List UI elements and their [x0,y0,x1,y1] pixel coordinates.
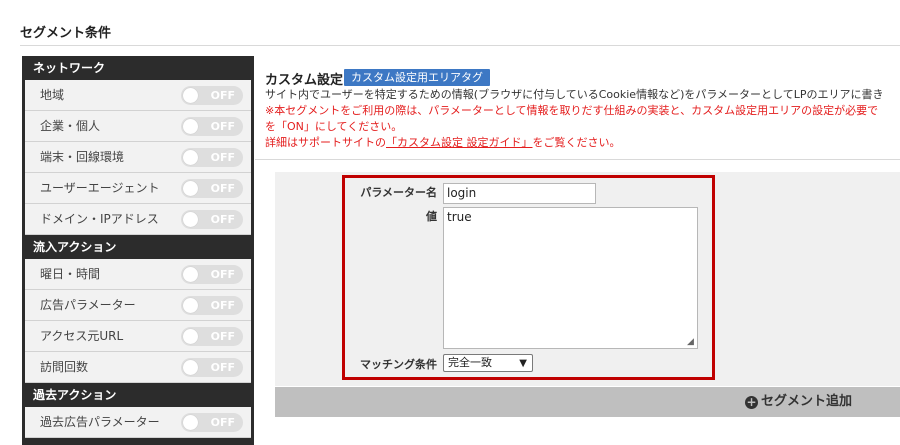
add-segment-bar[interactable]: + セグメント追加 [275,387,900,417]
add-segment-label: セグメント追加 [761,394,853,409]
toggle-knob [183,119,198,134]
toggle-state: OFF [210,299,235,312]
sidebar-item-company[interactable]: 企業・個人 OFF [25,111,251,142]
sidebar-item-label: ユーザーエージェント [40,181,160,195]
plus-circle-icon: + [745,395,758,409]
custom-description: サイト内でユーザーを特定するための情報(ブラウザに付与しているCookie情報な… [265,88,884,101]
toggle-state: OFF [210,268,235,281]
sidebar-item-label: 地域 [40,88,65,102]
page-title: セグメント条件 [20,26,112,41]
domain-ip-toggle[interactable]: OFF [181,210,243,229]
sidebar-item-visit-count[interactable]: 訪問回数 OFF [25,352,251,383]
toggle-state: OFF [210,182,235,195]
sidebar-item-weekday-time[interactable]: 曜日・時間 OFF [25,259,251,290]
warning-line-2: を「ON」にしてください。 [265,120,403,133]
region-toggle[interactable]: OFF [181,86,243,105]
sidebar-item-label: 曜日・時間 [40,267,101,281]
sidebar-item-referrer-url[interactable]: アクセス元URL OFF [25,321,251,352]
sidebar-item-label: 広告パラメーター [40,298,136,312]
custom-area-tag-button[interactable]: カスタム設定用エリアタグ [344,69,490,86]
toggle-state: OFF [210,416,235,429]
sidebar-item-ad-parameter[interactable]: 広告パラメーター OFF [25,290,251,321]
param-name-input[interactable]: login [443,183,596,204]
toggle-knob [183,360,198,375]
title-divider [20,45,900,46]
value-label: 値 [426,210,437,223]
sidebar-item-label: 訪問回数 [40,360,89,374]
sidebar-item-domain-ip[interactable]: ドメイン・IPアドレス OFF [25,204,251,235]
value-textarea[interactable]: true ◢ [443,207,698,349]
toggle-state: OFF [210,89,235,102]
matching-selected-value: 完全一致 [448,356,492,369]
segment-sidebar: ネットワーク 地域 OFF 企業・個人 OFF 端末・回線環境 OFF ユーザー… [22,56,254,445]
matching-select[interactable]: 完全一致 ▼ [443,354,533,372]
custom-warning: ※本セグメントをご利用の際は、パラメーターとして情報を取りだす仕組みの実装と、カ… [265,103,878,151]
past-ad-parameter-toggle[interactable]: OFF [181,413,243,432]
chevron-down-icon: ▼ [519,358,527,369]
sidebar-item-label: 企業・個人 [40,119,101,133]
sidebar-item-user-agent[interactable]: ユーザーエージェント OFF [25,173,251,204]
sidebar-item-label: 端末・回線環境 [40,150,125,164]
toggle-knob [183,181,198,196]
user-agent-toggle[interactable]: OFF [181,179,243,198]
toggle-knob [183,267,198,282]
toggle-knob [183,298,198,313]
content-divider [255,159,900,160]
guide-link[interactable]: 「カスタム設定 設定ガイド」 [386,136,533,149]
referrer-url-toggle[interactable]: OFF [181,327,243,346]
guide-line: 詳細はサポートサイトの「カスタム設定 設定ガイド」をご覧ください。 [265,135,878,151]
weekday-time-toggle[interactable]: OFF [181,265,243,284]
sidebar-item-past-ad-parameter[interactable]: 過去広告パラメーター OFF [25,407,251,438]
value-text: true [447,210,472,224]
toggle-knob [183,329,198,344]
toggle-knob [183,88,198,103]
ad-parameter-toggle[interactable]: OFF [181,296,243,315]
toggle-state: OFF [210,120,235,133]
sidebar-item-label: アクセス元URL [40,329,124,343]
param-name-label: パラメーター名 [360,186,437,199]
custom-parameter-form: パラメーター名 login 値 true ◢ マッチング条件 完全一致 ▼ [342,175,715,380]
company-toggle[interactable]: OFF [181,117,243,136]
section-network-heading: ネットワーク [33,61,106,75]
sidebar-item-device[interactable]: 端末・回線環境 OFF [25,142,251,173]
toggle-state: OFF [210,330,235,343]
add-segment-button[interactable]: + セグメント追加 [745,387,852,417]
toggle-knob [183,212,198,227]
sidebar-item-region[interactable]: 地域 OFF [25,80,251,111]
sidebar-item-label: ドメイン・IPアドレス [40,212,159,226]
section-past-heading: 過去アクション [33,388,117,402]
resize-grip-icon[interactable]: ◢ [687,338,695,347]
toggle-state: OFF [210,151,235,164]
toggle-state: OFF [210,361,235,374]
toggle-state: OFF [210,213,235,226]
section-inflow-heading: 流入アクション [33,240,117,254]
device-toggle[interactable]: OFF [181,148,243,167]
guide-suffix: をご覧ください。 [532,136,621,149]
toggle-knob [183,150,198,165]
warning-line-1: ※本セグメントをご利用の際は、パラメーターとして情報を取りだす仕組みの実装と、カ… [265,104,879,117]
visit-count-toggle[interactable]: OFF [181,358,243,377]
sidebar-item-label: 過去広告パラメーター [40,415,160,429]
toggle-knob [183,415,198,430]
guide-prefix: 詳細はサポートサイトの [265,136,386,149]
matching-label: マッチング条件 [360,358,437,371]
custom-settings-title: カスタム設定 [265,73,344,88]
